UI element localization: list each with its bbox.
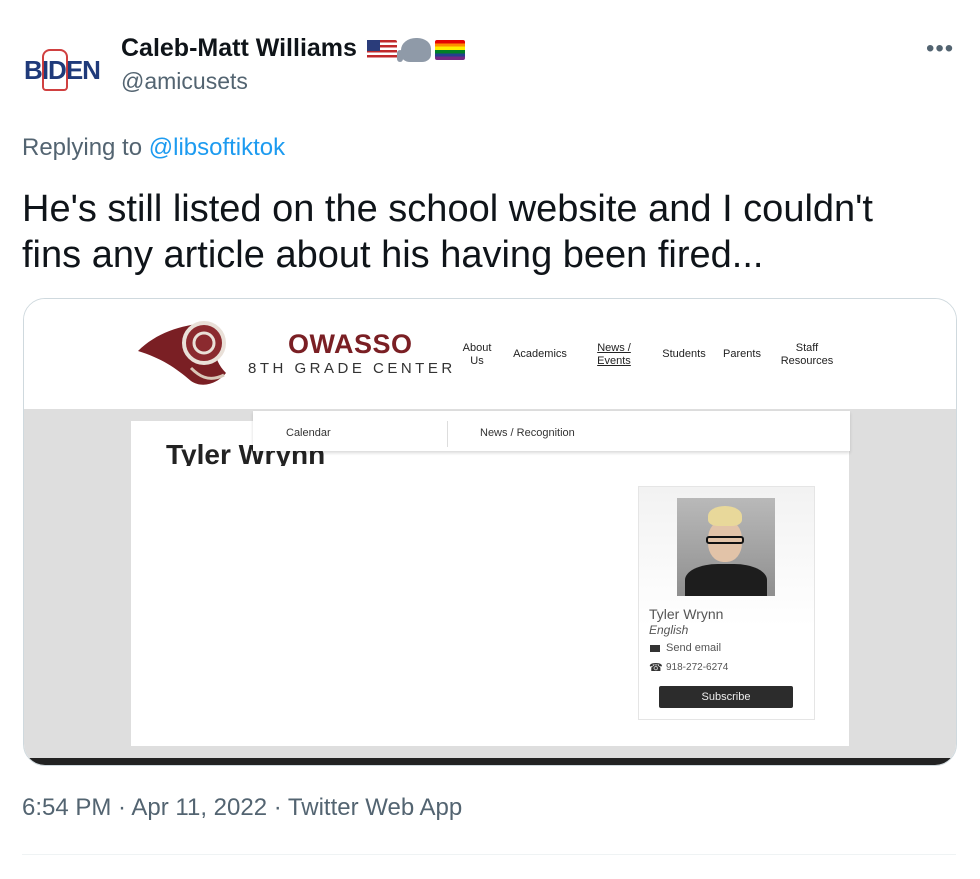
nav-about[interactable]: About Us — [457, 342, 497, 368]
avatar-logo: BIDEN — [24, 48, 101, 91]
staff-photo — [677, 498, 775, 596]
envelope-icon — [650, 645, 660, 652]
hand-print-icon — [42, 48, 69, 91]
avatar[interactable]: BIDEN — [22, 30, 102, 110]
staff-department: English — [649, 623, 689, 637]
nav-academics[interactable]: Academics — [508, 348, 572, 361]
rainbow-flag-icon — [435, 40, 465, 60]
tweet-timestamp[interactable]: 6:54 PM · Apr 11, 2022 · Twitter Web App — [22, 794, 462, 822]
display-name[interactable]: Caleb-Matt Williams — [121, 34, 357, 63]
nav-news-events[interactable]: News / Events — [590, 342, 638, 368]
school-name: OWASSO — [288, 329, 413, 359]
nav-students[interactable]: Students — [657, 348, 711, 361]
reply-context: Replying to @libsoftiktok — [22, 134, 285, 162]
us-flag-icon — [367, 40, 397, 60]
tweet-media-image[interactable]: OWASSO 8TH GRADE CENTER About Us Academi… — [23, 298, 957, 766]
subscribe-button[interactable]: Subscribe — [659, 686, 793, 708]
name-emojis — [367, 38, 465, 62]
reply-prefix: Replying to — [22, 134, 143, 161]
dropdown-item-news-recognition[interactable]: News / Recognition — [480, 427, 575, 439]
staff-name: Tyler Wrynn — [649, 606, 724, 622]
photo-glasses — [706, 536, 744, 544]
user-handle[interactable]: @amicusets — [121, 68, 248, 95]
photo-body — [685, 564, 767, 596]
elephant-icon — [397, 38, 431, 62]
phone-icon: ☎ — [649, 662, 663, 674]
nav-staff-resources[interactable]: Staff Resources — [776, 342, 838, 368]
dropdown-divider — [447, 421, 448, 447]
staff-phone[interactable]: 918-272-6274 — [666, 662, 728, 673]
ram-logo-icon — [138, 321, 226, 385]
divider — [22, 854, 956, 855]
send-email-link[interactable]: Send email — [666, 642, 721, 654]
tweet-text: He's still listed on the school website … — [22, 188, 873, 276]
dropdown-item-calendar[interactable]: Calendar — [286, 427, 331, 439]
more-options-icon[interactable]: ••• — [926, 35, 954, 63]
nav-parents[interactable]: Parents — [718, 348, 766, 361]
reply-mention-link[interactable]: @libsoftiktok — [149, 134, 285, 161]
image-bottom-bar — [24, 758, 956, 765]
photo-hair — [708, 506, 742, 526]
school-subtitle: 8TH GRADE CENTER — [248, 360, 456, 377]
